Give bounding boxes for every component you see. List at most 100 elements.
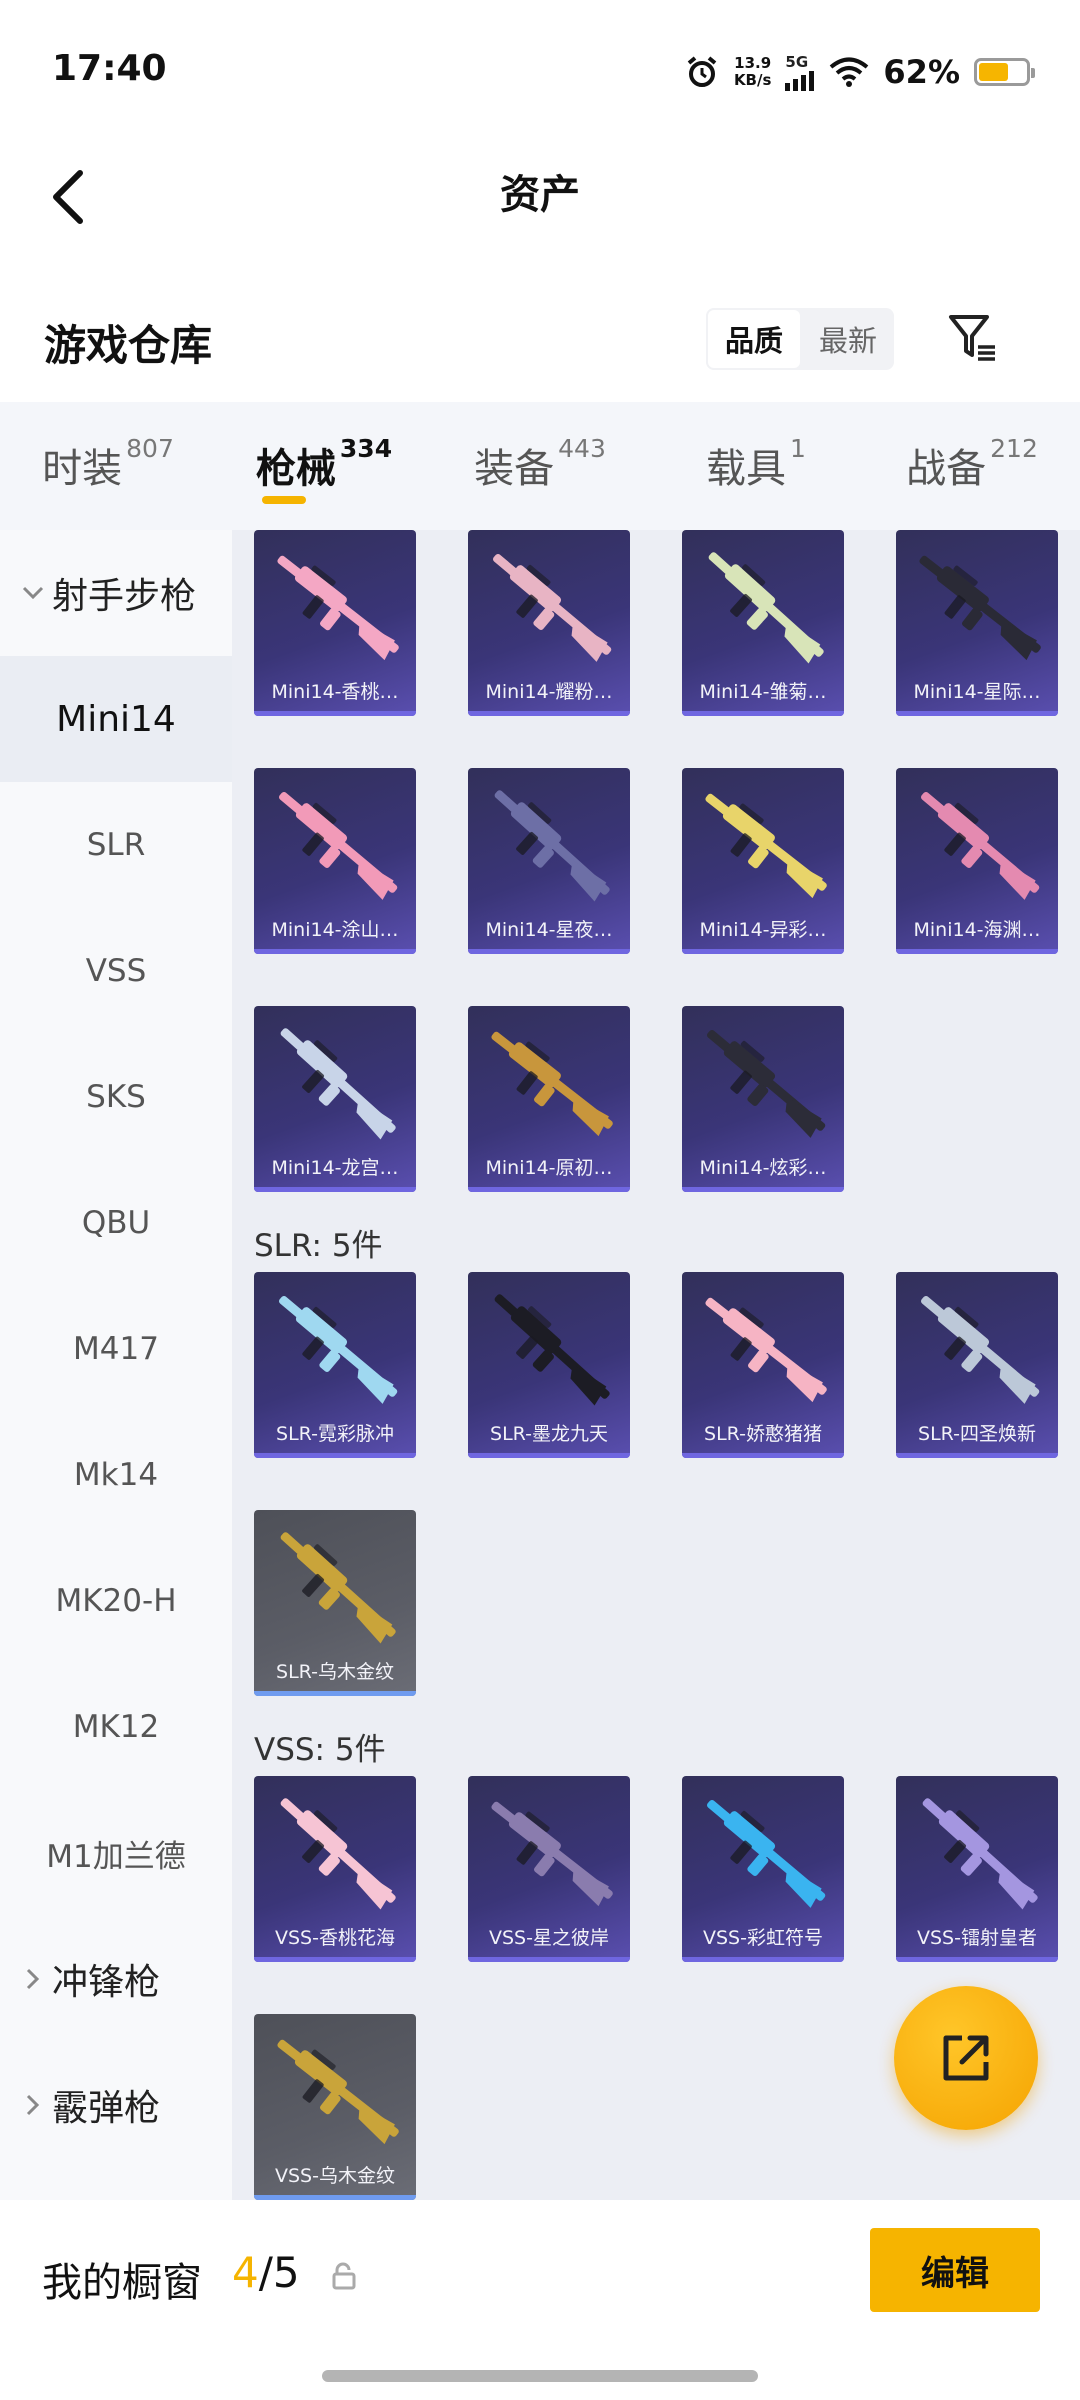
rarity-bar xyxy=(254,1691,416,1696)
battery-percent: 62% xyxy=(883,53,960,91)
weapon-skin-name: Mini14-原初… xyxy=(485,1157,613,1179)
weapon-skin-card[interactable]: Mini14-异彩… xyxy=(682,768,844,954)
weapon-type-sidebar: 射手步枪 Mini14 SLR VSS SKS QBU M417 Mk14 MK20-H MK12… xyxy=(0,530,232,2200)
sidebar-item[interactable]: M417 xyxy=(0,1286,232,1412)
item-grid: Mini14-香桃… Mini14-耀粉… Mini14-雏菊… Mini14-星际…… xyxy=(232,530,1080,2200)
weapon-skin-card[interactable]: Mini14-星际… xyxy=(896,530,1058,716)
category-tabs: 时装 807 枪械 334 装备 443 载具 1 战备 212 xyxy=(0,402,1080,530)
tab-guns[interactable]: 枪械 334 xyxy=(216,402,432,530)
showcase-current: 4 xyxy=(232,2248,259,2297)
chevron-right-icon xyxy=(18,2094,48,2116)
weapon-skin-card[interactable]: VSS-彩虹符号 xyxy=(682,1776,844,1962)
rifle-icon xyxy=(254,530,416,680)
header: 资产 xyxy=(0,140,1080,290)
sidebar-item[interactable]: QBU xyxy=(0,1160,232,1286)
weapon-skin-card[interactable]: Mini14-龙宫… xyxy=(254,1006,416,1192)
tab-fashion[interactable]: 时装 807 xyxy=(0,402,216,530)
weapon-skin-name: Mini14-海渊… xyxy=(913,919,1041,941)
sidebar-item-label: 霰弹枪 xyxy=(52,2088,161,2129)
weapon-skin-card[interactable]: VSS-香桃花海 xyxy=(254,1776,416,1962)
network-speed-value: 13.9 xyxy=(734,54,772,72)
home-indicator[interactable] xyxy=(322,2370,758,2382)
weapon-skin-name: SLR-霓彩脉冲 xyxy=(276,1423,394,1445)
sidebar-item[interactable]: SLR xyxy=(0,782,232,908)
weapon-skin-card[interactable]: SLR-霓彩脉冲 xyxy=(254,1272,416,1458)
group-heading: SLR: 5件 xyxy=(254,1228,383,1264)
rifle-icon xyxy=(682,768,844,918)
tab-count: 807 xyxy=(126,434,174,463)
sidebar-item[interactable]: Mk14 xyxy=(0,1412,232,1538)
tab-count: 334 xyxy=(339,434,393,463)
sidebar-item[interactable]: MK12 xyxy=(0,1664,232,1790)
sidebar-item-label: SLR xyxy=(86,827,146,863)
network-type-label: 5G xyxy=(785,53,809,71)
weapon-skin-card[interactable]: VSS-乌木金纹 xyxy=(254,2014,416,2200)
sidebar-item[interactable]: M1加兰德 xyxy=(0,1790,232,1916)
weapon-skin-name: Mini14-异彩… xyxy=(699,919,827,941)
weapon-skin-name: Mini14-星夜… xyxy=(485,919,613,941)
weapon-skin-card[interactable]: Mini14-耀粉… xyxy=(468,530,630,716)
showcase-total: /5 xyxy=(258,2248,300,2297)
alarm-icon xyxy=(684,54,720,90)
network-type: 5G xyxy=(785,53,815,91)
rifle-icon xyxy=(468,1776,630,1926)
rifle-icon xyxy=(254,1272,416,1422)
tab-equipment[interactable]: 装备 443 xyxy=(432,402,648,530)
sidebar-item[interactable]: SKS xyxy=(0,1034,232,1160)
weapon-skin-card[interactable]: SLR-乌木金纹 xyxy=(254,1510,416,1696)
edit-button[interactable]: 编辑 xyxy=(870,2228,1040,2312)
signal-icon xyxy=(785,71,815,91)
rifle-icon xyxy=(682,530,844,680)
rarity-bar xyxy=(254,1453,416,1458)
rarity-bar xyxy=(468,1957,630,1962)
weapon-skin-card[interactable]: Mini14-涂山… xyxy=(254,768,416,954)
tab-battle-gear[interactable]: 战备 212 xyxy=(864,402,1080,530)
rarity-bar xyxy=(254,711,416,716)
sort-option-newest[interactable]: 最新 xyxy=(802,308,894,370)
weapon-skin-card[interactable]: Mini14-海渊… xyxy=(896,768,1058,954)
rifle-icon xyxy=(468,768,630,918)
group-heading: VSS: 5件 xyxy=(254,1732,386,1768)
tab-label: 战备 xyxy=(906,446,987,492)
weapon-skin-card[interactable]: Mini14-炫彩… xyxy=(682,1006,844,1192)
weapon-skin-name: SLR-四圣焕新 xyxy=(918,1423,1036,1445)
tab-vehicles[interactable]: 载具 1 xyxy=(648,402,864,530)
rarity-bar xyxy=(254,1957,416,1962)
tab-label: 载具 xyxy=(706,446,787,492)
sidebar-group[interactable]: 霰弹枪 xyxy=(0,2042,232,2168)
share-button[interactable] xyxy=(894,1986,1038,2130)
sidebar-item[interactable]: Mini14 xyxy=(0,656,232,782)
weapon-skin-card[interactable]: VSS-镭射皇者 xyxy=(896,1776,1058,1962)
weapon-skin-card[interactable]: SLR-墨龙九天 xyxy=(468,1272,630,1458)
weapon-skin-name: Mini14-星际… xyxy=(913,681,1041,703)
weapon-skin-card[interactable]: Mini14-星夜… xyxy=(468,768,630,954)
rifle-icon xyxy=(896,530,1058,680)
filter-icon xyxy=(949,315,995,361)
sidebar-group[interactable]: 冲锋枪 xyxy=(0,1916,232,2042)
weapon-skin-name: Mini14-雏菊… xyxy=(699,681,827,703)
weapon-skin-card[interactable]: Mini14-雏菊… xyxy=(682,530,844,716)
weapon-skin-name: Mini14-香桃… xyxy=(271,681,399,703)
showcase-footer: 我的橱窗 4/5 编辑 xyxy=(0,2200,1080,2400)
rarity-bar xyxy=(682,1187,844,1192)
battery-fill xyxy=(979,63,1008,81)
weapon-skin-card[interactable]: Mini14-香桃… xyxy=(254,530,416,716)
weapon-skin-card[interactable]: SLR-四圣焕新 xyxy=(896,1272,1058,1458)
showcase-count: 4/5 xyxy=(232,2248,300,2297)
sidebar-item-label: MK12 xyxy=(72,1709,160,1745)
status-time: 17:40 xyxy=(52,48,167,89)
sort-option-quality[interactable]: 品质 xyxy=(706,308,802,370)
section-header: 游戏仓库 品质 最新 xyxy=(0,290,1080,400)
sidebar-item[interactable]: MK20-H xyxy=(0,1538,232,1664)
rarity-bar xyxy=(896,949,1058,954)
network-speed: 13.9 KB/s xyxy=(734,55,771,89)
weapon-skin-card[interactable]: VSS-星之彼岸 xyxy=(468,1776,630,1962)
sidebar-group[interactable]: 射手步枪 xyxy=(0,530,232,656)
weapon-skin-name: VSS-星之彼岸 xyxy=(489,1927,609,1949)
weapon-skin-card[interactable]: Mini14-原初… xyxy=(468,1006,630,1192)
filter-button[interactable] xyxy=(940,304,1006,370)
sidebar-item-label: MK20-H xyxy=(55,1583,177,1619)
rarity-bar xyxy=(254,1187,416,1192)
weapon-skin-card[interactable]: SLR-娇憨猪猪 xyxy=(682,1272,844,1458)
sidebar-item[interactable]: VSS xyxy=(0,908,232,1034)
